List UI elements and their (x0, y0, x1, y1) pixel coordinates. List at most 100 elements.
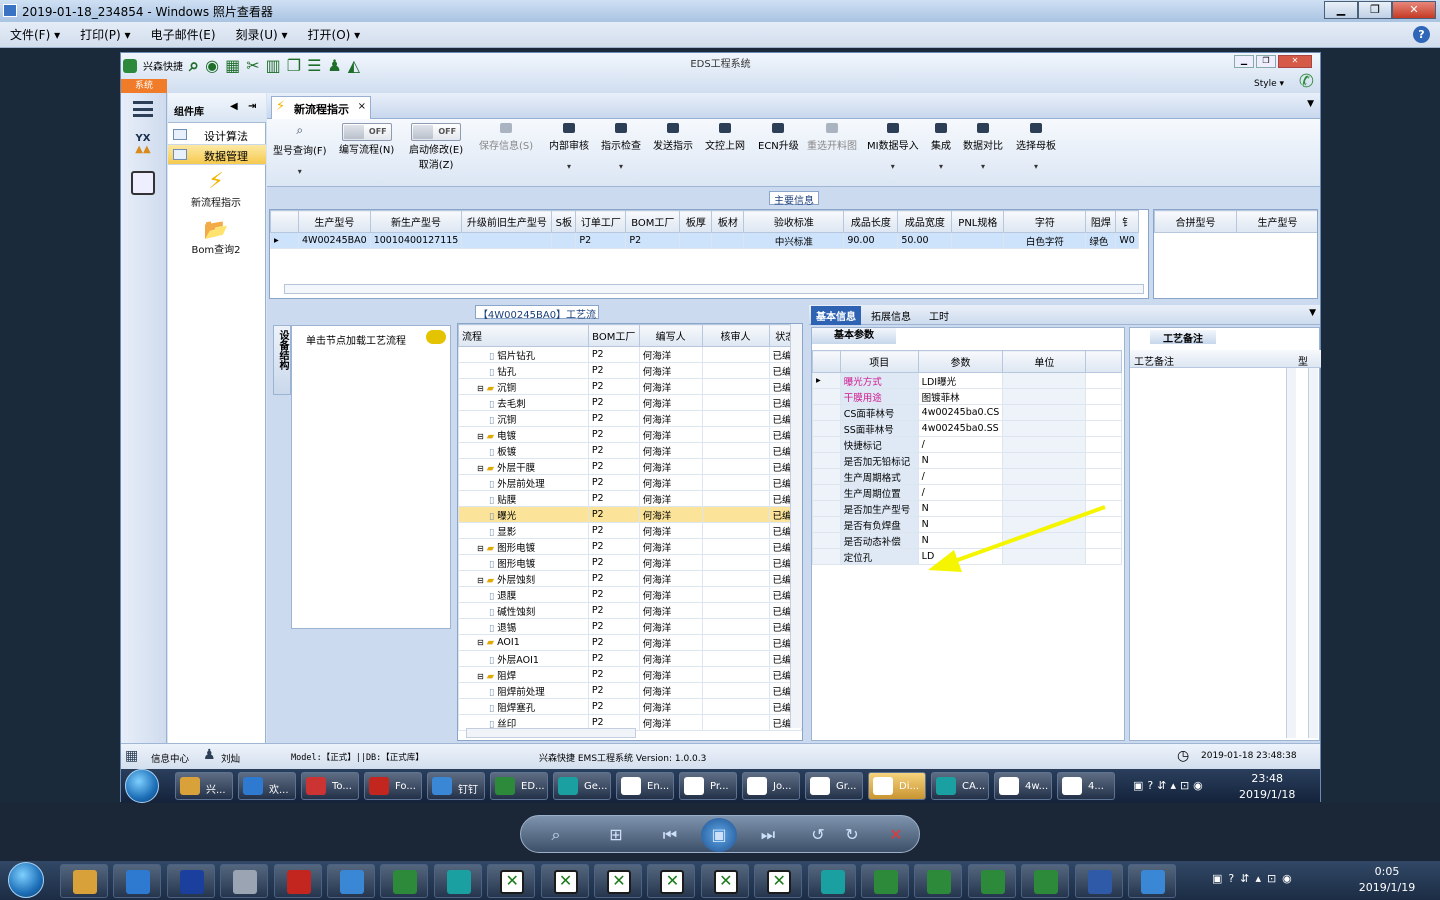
taskbar-button[interactable] (60, 864, 108, 898)
calculator-icon[interactable] (131, 171, 155, 195)
col-header[interactable]: 流程 (458, 324, 589, 347)
param-row[interactable]: 干膜用途 图镀菲林 (812, 388, 1122, 405)
flow-row[interactable]: ⊟ ▰ 外层干膜 P2 何海洋 已编E (458, 458, 802, 475)
app-minimize-button[interactable]: ▁ (1234, 55, 1254, 68)
taskbar-button[interactable] (273, 864, 322, 898)
flow-row[interactable]: ▯ 阻焊前处理 P2 何海洋 已编E (458, 682, 802, 699)
col-header[interactable]: 升级前旧生产型号 (461, 210, 553, 233)
collapse-icon[interactable]: ⊟ (477, 464, 484, 473)
taskbar-button[interactable] (914, 864, 963, 898)
list-icon[interactable]: ☰ (307, 56, 321, 75)
param-value[interactable]: 4w00245ba0.SS (917, 420, 1004, 437)
col-header[interactable]: 验收标准 (743, 210, 845, 233)
zoom-icon[interactable]: ⌕ (545, 824, 567, 846)
vertical-scrollbar[interactable] (1286, 368, 1296, 738)
param-row[interactable]: 是否加无铅标记 N (812, 452, 1122, 469)
tab-dropdown-icon[interactable]: ▼ (1307, 99, 1314, 109)
taskbar-button[interactable]: En... (616, 772, 674, 800)
app-close-button[interactable]: ✕ (1278, 55, 1312, 68)
col-header[interactable]: 生产型号 (1236, 210, 1317, 233)
param-value[interactable]: 图镀菲林 (917, 388, 1004, 405)
write-flow-toggle[interactable]: OFF 编写流程(N) (339, 123, 394, 156)
taskbar-button[interactable] (327, 864, 375, 898)
menu-print[interactable]: 打印(P) ▾ (70, 26, 140, 43)
horizontal-scrollbar[interactable] (284, 284, 1144, 294)
collapse-icon[interactable]: ⊟ (477, 576, 484, 585)
phone-icon[interactable]: ✆ (1299, 71, 1314, 92)
taskbar-button[interactable] (487, 864, 536, 898)
tool-bom-query[interactable]: 📂 Bom查询2 (186, 217, 246, 256)
taskbar-button[interactable] (220, 864, 269, 898)
chart-icon[interactable]: ◭ (348, 56, 360, 75)
tray-icons[interactable]: ▣?⇵▴⊡◉ (1133, 779, 1207, 792)
yx-module-icon[interactable]: YX ▲▲ (129, 133, 157, 159)
model-query-button[interactable]: ⌕ 型号查询(F) ▾ (273, 123, 327, 176)
previous-icon[interactable]: ⏮ (659, 824, 681, 846)
vertical-scrollbar[interactable] (790, 324, 802, 728)
flow-row[interactable]: ▯ 钻孔 P2 何海洋 已编E (458, 362, 802, 379)
param-value[interactable]: N (917, 452, 1004, 469)
col-header[interactable]: 新生产型号 (369, 210, 463, 233)
col-header[interactable]: 成品长度 (843, 210, 899, 233)
col-header[interactable]: 成品宽度 (897, 210, 953, 233)
flow-row[interactable]: ▯ 板镀 P2 何海洋 已编E (458, 442, 802, 459)
taskbar-button[interactable]: To... (301, 772, 359, 800)
copy-icon[interactable]: ❐ (287, 56, 301, 75)
app-maximize-button[interactable]: ❐ (1256, 55, 1276, 68)
detail-dropdown-icon[interactable]: ▼ (1309, 308, 1316, 318)
flow-row[interactable]: ⊟ ▰ 沉铜 P2 何海洋 已编E (458, 378, 802, 395)
col-header[interactable]: 阻焊 (1085, 210, 1117, 233)
taskbar-button[interactable]: 4... (1057, 772, 1115, 800)
taskbar-button[interactable]: Fo... (364, 772, 422, 800)
col-header[interactable]: 项目 (839, 350, 919, 373)
taskbar-button[interactable] (1074, 864, 1123, 898)
param-row[interactable]: 快捷标记 / (812, 436, 1122, 453)
help-icon[interactable]: ? (1413, 26, 1430, 43)
param-row[interactable]: CS面菲林号 4w00245ba0.CS (812, 404, 1122, 421)
param-unit[interactable] (1002, 420, 1087, 437)
collapse-icon[interactable]: ⊟ (477, 638, 484, 647)
flow-row[interactable]: ▯ 碱性蚀刻 P2 何海洋 已编E (458, 602, 802, 619)
col-header[interactable]: 生产型号 (298, 210, 371, 233)
taskbar-button[interactable]: Gr... (805, 772, 863, 800)
send-instruction-button[interactable]: 发送指示 (653, 123, 693, 152)
taskbar-button[interactable] (967, 864, 1016, 898)
col-header[interactable]: BOM工厂 (587, 324, 640, 347)
actual-size-icon[interactable]: ⊞ (605, 824, 627, 846)
taskbar-button[interactable] (754, 864, 803, 898)
flow-row[interactable]: ▯ 退膜 P2 何海洋 已编E (458, 586, 802, 603)
flow-row[interactable]: ⊟ ▰ 图形电镀 P2 何海洋 已编E (458, 538, 802, 555)
flow-row[interactable]: ▯ 铝片钻孔 P2 何海洋 已编E (458, 346, 802, 363)
collapse-icon[interactable]: ⊟ (477, 432, 484, 441)
col-header[interactable]: 钅 (1115, 210, 1139, 233)
col-header[interactable]: 板材 (711, 210, 745, 233)
flow-row[interactable]: ▯ 曝光 P2 何海洋 已编E (458, 506, 802, 523)
col-header[interactable]: 型 (1298, 353, 1308, 368)
collapse-icon[interactable]: ⊟ (477, 384, 484, 393)
collapse-icon[interactable]: ⊟ (477, 672, 484, 681)
taskbar-button[interactable]: CA... (931, 772, 989, 800)
col-header[interactable]: 字符 (1003, 210, 1087, 233)
hamburger-menu-icon[interactable] (133, 101, 153, 117)
flow-row[interactable]: ⊟ ▰ 电镀 P2 何海洋 已编E (458, 426, 802, 443)
info-center[interactable]: 信息中心 (151, 751, 189, 765)
col-header[interactable]: 板厚 (679, 210, 713, 233)
menu-file[interactable]: 文件(F) ▾ (0, 26, 70, 43)
film-icon[interactable]: ▥ (266, 56, 281, 75)
nav-data-management[interactable]: 数据管理 (168, 145, 266, 165)
system-tab[interactable]: 系统 (121, 79, 167, 93)
horizontal-scrollbar[interactable] (466, 728, 636, 738)
delete-icon[interactable]: ✕ (885, 824, 907, 846)
flow-row[interactable]: ▯ 显影 P2 何海洋 已编E (458, 522, 802, 539)
param-row[interactable]: ▸ 曝光方式 LDI曝光 (812, 372, 1122, 389)
grid-icon[interactable]: ▦ (225, 56, 240, 75)
mi-import-button[interactable]: MI数据导入 ▾ (867, 123, 919, 171)
slideshow-icon[interactable]: ▣ (701, 818, 737, 852)
next-icon[interactable]: ⏭ (757, 824, 779, 846)
flow-row[interactable]: ⊟ ▰ AOI1 P2 何海洋 已编E (458, 634, 802, 651)
integrate-button[interactable]: 集成 ▾ (931, 123, 951, 171)
scissors-icon[interactable]: ✂ (246, 56, 259, 75)
taskbar-button[interactable] (1021, 864, 1070, 898)
flow-row[interactable]: ⊟ ▰ 阻焊 P2 何海洋 已编E (458, 666, 802, 683)
col-header[interactable]: 参数 (917, 350, 1004, 373)
